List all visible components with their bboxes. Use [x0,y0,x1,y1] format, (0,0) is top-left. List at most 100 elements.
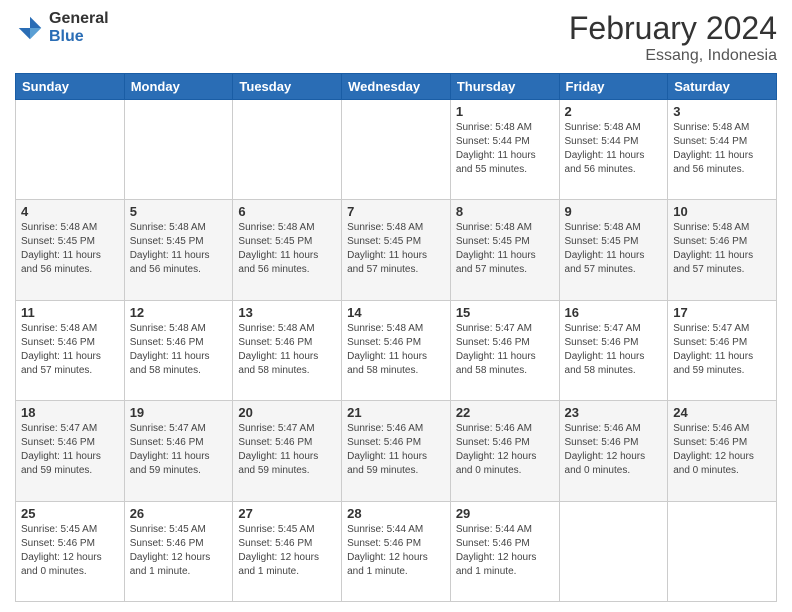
day-number: 15 [456,305,554,320]
page: General Blue February 2024 Essang, Indon… [0,0,792,612]
day-number: 25 [21,506,119,521]
day-number: 4 [21,204,119,219]
day-header-tuesday: Tuesday [233,74,342,100]
calendar-table: SundayMondayTuesdayWednesdayThursdayFrid… [15,73,777,602]
day-number: 5 [130,204,228,219]
calendar-cell [342,100,451,200]
day-number: 23 [565,405,663,420]
day-number: 2 [565,104,663,119]
calendar-header-row: SundayMondayTuesdayWednesdayThursdayFrid… [16,74,777,100]
logo-blue: Blue [49,28,109,46]
calendar-cell: 22 Sunrise: 5:46 AM Sunset: 5:46 PM Dayli… [450,401,559,501]
day-number: 24 [673,405,771,420]
calendar-cell: 29 Sunrise: 5:44 AM Sunset: 5:46 PM Dayli… [450,501,559,601]
logo-general: General [49,10,109,28]
day-info: Sunrise: 5:44 AM Sunset: 5:46 PM Dayligh… [347,523,445,579]
logo: General Blue [15,10,109,45]
day-info: Sunrise: 5:48 AM Sunset: 5:46 PM Dayligh… [238,322,336,378]
calendar-cell [559,501,668,601]
calendar-cell [16,100,125,200]
day-info: Sunrise: 5:47 AM Sunset: 5:46 PM Dayligh… [673,322,771,378]
calendar-cell: 15 Sunrise: 5:47 AM Sunset: 5:46 PM Dayli… [450,300,559,400]
calendar-cell: 9Sunrise: 5:48 AM Sunset: 5:45 PM Daylig… [559,200,668,300]
day-header-friday: Friday [559,74,668,100]
day-info: Sunrise: 5:44 AM Sunset: 5:46 PM Dayligh… [456,523,554,579]
calendar-cell [233,100,342,200]
title-block: February 2024 Essang, Indonesia [569,10,777,65]
day-number: 29 [456,506,554,521]
calendar-cell: 3Sunrise: 5:48 AM Sunset: 5:44 PM Daylig… [668,100,777,200]
month-title: February 2024 [569,10,777,47]
calendar-week-row: 25 Sunrise: 5:45 AM Sunset: 5:46 PM Dayli… [16,501,777,601]
calendar-cell: 2 Sunrise: 5:48 AM Sunset: 5:44 PM Daylig… [559,100,668,200]
calendar-cell: 11 Sunrise: 5:48 AM Sunset: 5:46 PM Dayli… [16,300,125,400]
day-info: Sunrise: 5:48 AM Sunset: 5:45 PM Dayligh… [238,221,336,277]
day-info: Sunrise: 5:46 AM Sunset: 5:46 PM Dayligh… [456,422,554,478]
day-info: Sunrise: 5:46 AM Sunset: 5:46 PM Dayligh… [565,422,663,478]
day-number: 19 [130,405,228,420]
day-number: 13 [238,305,336,320]
day-number: 8 [456,204,554,219]
day-header-sunday: Sunday [16,74,125,100]
day-info: Sunrise: 5:48 AM Sunset: 5:46 PM Dayligh… [130,322,228,378]
day-info: Sunrise: 5:46 AM Sunset: 5:46 PM Dayligh… [673,422,771,478]
day-number: 28 [347,506,445,521]
day-number: 17 [673,305,771,320]
day-number: 27 [238,506,336,521]
calendar-cell: 23 Sunrise: 5:46 AM Sunset: 5:46 PM Dayli… [559,401,668,501]
day-info: Sunrise: 5:48 AM Sunset: 5:46 PM Dayligh… [21,322,119,378]
day-number: 6 [238,204,336,219]
day-info: Sunrise: 5:48 AM Sunset: 5:45 PM Dayligh… [565,221,663,277]
calendar-cell: 4 Sunrise: 5:48 AM Sunset: 5:45 PM Daylig… [16,200,125,300]
day-number: 11 [21,305,119,320]
day-number: 12 [130,305,228,320]
day-info: Sunrise: 5:48 AM Sunset: 5:45 PM Dayligh… [347,221,445,277]
day-info: Sunrise: 5:45 AM Sunset: 5:46 PM Dayligh… [21,523,119,579]
calendar-cell: 13 Sunrise: 5:48 AM Sunset: 5:46 PM Dayli… [233,300,342,400]
day-number: 3 [673,104,771,119]
calendar-week-row: 11 Sunrise: 5:48 AM Sunset: 5:46 PM Dayli… [16,300,777,400]
day-number: 20 [238,405,336,420]
calendar-cell: 5 Sunrise: 5:48 AM Sunset: 5:45 PM Daylig… [124,200,233,300]
logo-text: General Blue [49,10,109,45]
calendar-cell: 8 Sunrise: 5:48 AM Sunset: 5:45 PM Daylig… [450,200,559,300]
day-info: Sunrise: 5:46 AM Sunset: 5:46 PM Dayligh… [347,422,445,478]
day-info: Sunrise: 5:45 AM Sunset: 5:46 PM Dayligh… [238,523,336,579]
day-number: 26 [130,506,228,521]
calendar-cell [124,100,233,200]
day-info: Sunrise: 5:48 AM Sunset: 5:45 PM Dayligh… [456,221,554,277]
day-info: Sunrise: 5:48 AM Sunset: 5:45 PM Dayligh… [21,221,119,277]
day-info: Sunrise: 5:48 AM Sunset: 5:44 PM Dayligh… [456,121,554,177]
calendar-cell: 14Sunrise: 5:48 AM Sunset: 5:46 PM Dayli… [342,300,451,400]
calendar-cell: 24 Sunrise: 5:46 AM Sunset: 5:46 PM Dayli… [668,401,777,501]
calendar-cell: 21 Sunrise: 5:46 AM Sunset: 5:46 PM Dayli… [342,401,451,501]
calendar-cell: 6 Sunrise: 5:48 AM Sunset: 5:45 PM Daylig… [233,200,342,300]
calendar-week-row: 18Sunrise: 5:47 AM Sunset: 5:46 PM Dayli… [16,401,777,501]
calendar-cell: 18Sunrise: 5:47 AM Sunset: 5:46 PM Dayli… [16,401,125,501]
day-info: Sunrise: 5:47 AM Sunset: 5:46 PM Dayligh… [238,422,336,478]
calendar-week-row: 4 Sunrise: 5:48 AM Sunset: 5:45 PM Daylig… [16,200,777,300]
calendar-cell [668,501,777,601]
day-number: 22 [456,405,554,420]
logo-icon [15,13,45,43]
calendar-cell: 12 Sunrise: 5:48 AM Sunset: 5:46 PM Dayli… [124,300,233,400]
day-info: Sunrise: 5:47 AM Sunset: 5:46 PM Dayligh… [130,422,228,478]
day-number: 21 [347,405,445,420]
calendar-cell: 17 Sunrise: 5:47 AM Sunset: 5:46 PM Dayli… [668,300,777,400]
calendar-week-row: 1Sunrise: 5:48 AM Sunset: 5:44 PM Daylig… [16,100,777,200]
calendar-cell: 7 Sunrise: 5:48 AM Sunset: 5:45 PM Daylig… [342,200,451,300]
day-info: Sunrise: 5:48 AM Sunset: 5:46 PM Dayligh… [673,221,771,277]
day-number: 7 [347,204,445,219]
day-info: Sunrise: 5:47 AM Sunset: 5:46 PM Dayligh… [565,322,663,378]
day-info: Sunrise: 5:45 AM Sunset: 5:46 PM Dayligh… [130,523,228,579]
calendar-cell: 27 Sunrise: 5:45 AM Sunset: 5:46 PM Dayli… [233,501,342,601]
calendar-cell: 20 Sunrise: 5:47 AM Sunset: 5:46 PM Dayli… [233,401,342,501]
day-header-thursday: Thursday [450,74,559,100]
calendar-cell: 28 Sunrise: 5:44 AM Sunset: 5:46 PM Dayli… [342,501,451,601]
day-info: Sunrise: 5:47 AM Sunset: 5:46 PM Dayligh… [456,322,554,378]
day-info: Sunrise: 5:48 AM Sunset: 5:45 PM Dayligh… [130,221,228,277]
calendar-cell: 25 Sunrise: 5:45 AM Sunset: 5:46 PM Dayli… [16,501,125,601]
day-info: Sunrise: 5:48 AM Sunset: 5:44 PM Dayligh… [565,121,663,177]
location-subtitle: Essang, Indonesia [569,47,777,65]
day-header-monday: Monday [124,74,233,100]
